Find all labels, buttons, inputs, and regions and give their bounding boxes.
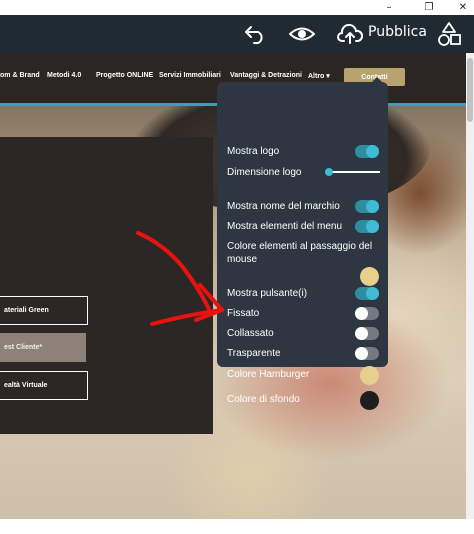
transparent-toggle[interactable] <box>355 347 379 360</box>
bottom-strip <box>0 519 474 534</box>
shapes-icon <box>438 22 461 46</box>
toggle-knob <box>366 145 379 158</box>
option-label-background-color: Colore di sfondo <box>227 394 300 405</box>
toggle-knob <box>355 307 368 320</box>
nav-item-altro[interactable]: Altro ▾ <box>308 72 330 80</box>
toggle-knob <box>366 200 379 213</box>
publish-label[interactable]: Pubblica <box>368 24 427 40</box>
option-label-collapsed: Collassato <box>227 328 274 339</box>
option-label-hamburger-color: Colore Hamburger <box>227 369 310 380</box>
logo-size-slider-handle[interactable] <box>325 168 333 176</box>
nav-item-metodi[interactable]: Metodi 4.0 <box>47 72 81 79</box>
cloud-upload-icon <box>337 24 363 44</box>
hero-button-vr[interactable]: ealtà Virtuale <box>0 371 88 400</box>
restore-button[interactable]: ❐ <box>418 0 440 15</box>
scrollbar-thumb[interactable] <box>467 58 473 122</box>
nav-item-servizi[interactable]: Servizi Immobiliari <box>159 72 221 79</box>
background-color-swatch[interactable] <box>360 391 379 410</box>
hero-button-test[interactable]: est Cliente* <box>0 333 86 362</box>
window-titlebar: – ❐ ✕ <box>0 0 474 15</box>
hamburger-color-swatch[interactable] <box>360 366 379 385</box>
preview-button[interactable] <box>288 21 316 47</box>
toggle-knob <box>355 347 368 360</box>
nav-item-vantaggi[interactable]: Vantaggi & Detrazioni <box>230 72 302 79</box>
option-label-brand-name: Mostra nome del marchio <box>227 201 340 212</box>
close-button[interactable]: ✕ <box>452 0 474 15</box>
option-label-fixed: Fissato <box>227 308 260 319</box>
eye-icon <box>289 27 315 41</box>
collapsed-toggle[interactable] <box>355 327 379 340</box>
logo-size-slider[interactable] <box>328 171 380 173</box>
option-label-menu-items: Mostra elementi del menu <box>227 221 343 232</box>
show-buttons-toggle[interactable] <box>355 287 379 300</box>
hover-color-swatch[interactable] <box>360 267 379 286</box>
nav-item-progetto[interactable]: Progetto ONLINE <box>96 72 153 79</box>
toggle-knob <box>366 220 379 233</box>
minimize-button[interactable]: – <box>378 0 400 15</box>
option-label-show-buttons: Mostra pulsante(i) <box>227 288 308 299</box>
add-elements-button[interactable] <box>436 19 462 49</box>
option-label-transparent: Trasparente <box>227 348 281 359</box>
show-menu-items-toggle[interactable] <box>355 220 379 233</box>
nav-item-brand[interactable]: om & Brand <box>0 72 40 79</box>
publish-button[interactable] <box>336 21 364 47</box>
undo-button[interactable] <box>242 21 268 47</box>
vertical-scrollbar[interactable] <box>466 53 474 519</box>
undo-arrow-icon <box>245 26 263 44</box>
option-label-hover-color: Colore elementi al passaggio del mouse <box>227 241 373 265</box>
show-logo-toggle[interactable] <box>355 145 379 158</box>
hero-dark-panel: ateriali Green est Cliente* ealtà Virtua… <box>0 137 213 434</box>
toggle-knob <box>366 287 379 300</box>
option-label-logo-size: Dimensione logo <box>227 167 302 178</box>
hero-button-green[interactable]: ateriali Green <box>0 296 88 325</box>
option-label-show-logo: Mostra logo <box>227 146 280 157</box>
fixed-toggle[interactable] <box>355 307 379 320</box>
toggle-knob <box>355 327 368 340</box>
show-brand-name-toggle[interactable] <box>355 200 379 213</box>
